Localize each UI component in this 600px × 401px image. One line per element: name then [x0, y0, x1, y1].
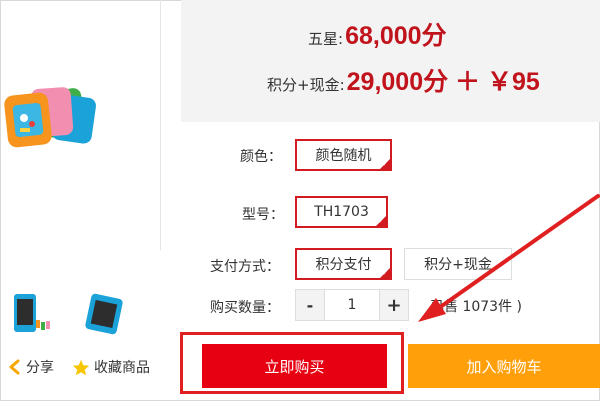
payment-option-points-label: 积分支付	[315, 257, 372, 273]
model-option-label: TH1703	[314, 204, 369, 220]
add-to-cart-button[interactable]: 加入购物车	[408, 344, 600, 388]
five-star-separator: :	[338, 30, 344, 48]
share-label: 分享	[26, 360, 54, 376]
check-icon: ✔	[381, 268, 389, 278]
five-star-price-row: 五星 : 68,000分	[308, 16, 447, 52]
gallery-divider	[160, 0, 161, 250]
share-link[interactable]: 分享	[8, 357, 54, 377]
favorite-label: 收藏商品	[94, 360, 150, 376]
product-gallery	[0, 0, 160, 401]
model-option-th1703[interactable]: TH1703 ✔	[295, 196, 388, 228]
color-option-label: 颜色随机	[315, 148, 372, 164]
product-thumbnail-1[interactable]	[10, 292, 56, 338]
sold-count: 已售 1073件 )	[430, 299, 522, 315]
five-star-price: 68,000分	[345, 22, 447, 50]
check-icon: ✔	[381, 159, 389, 169]
quantity-increase-button[interactable]: +	[379, 289, 409, 321]
color-label: 颜色：	[240, 149, 282, 165]
quantity-input[interactable]: 1	[325, 289, 379, 321]
quantity-decrease-button[interactable]: -	[295, 289, 325, 321]
payment-option-combo-label: 积分+现金	[424, 257, 492, 273]
combo-price: 29,000分 ＋ ￥95	[346, 68, 540, 96]
buy-now-button[interactable]: 立即购买	[202, 344, 387, 388]
color-option-random[interactable]: 颜色随机 ✔	[295, 139, 392, 171]
product-main-image[interactable]	[2, 82, 102, 160]
payment-label: 支付方式：	[210, 259, 280, 275]
five-star-label: 五星	[308, 30, 339, 48]
payment-option-points[interactable]: 积分支付 ✔	[295, 248, 392, 280]
star-icon	[72, 359, 90, 375]
payment-option-combo[interactable]: 积分+现金	[404, 248, 512, 280]
share-icon	[9, 359, 20, 375]
check-icon: ✔	[377, 216, 385, 226]
combo-label: 积分+现金	[267, 76, 340, 94]
combo-price-row: 积分+现金 : 29,000分 ＋ ￥95	[267, 62, 540, 98]
product-thumbnail-2[interactable]	[82, 292, 128, 338]
model-label: 型号：	[242, 207, 284, 223]
favorite-link[interactable]: 收藏商品	[72, 357, 150, 377]
combo-separator: :	[339, 76, 345, 94]
price-panel: 五星 : 68,000分 积分+现金 : 29,000分 ＋ ￥95	[181, 0, 600, 122]
quantity-label: 购买数量：	[210, 300, 280, 316]
